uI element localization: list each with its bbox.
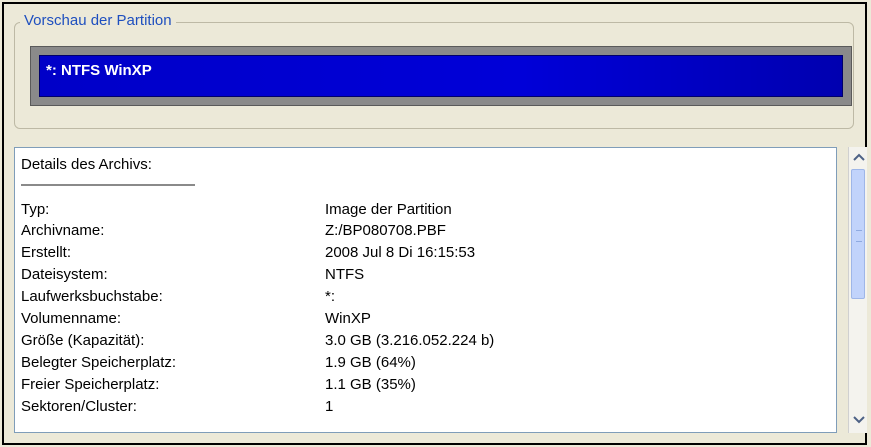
detail-value: 1.9 GB (64%) xyxy=(325,354,416,371)
detail-label: Dateisystem: xyxy=(21,266,108,283)
detail-label: Typ: xyxy=(21,201,50,218)
grip-icon xyxy=(856,230,862,242)
details-scrollbar[interactable] xyxy=(848,147,867,433)
detail-label: Erstellt: xyxy=(21,244,72,261)
details-divider xyxy=(21,184,195,186)
partition-preview-title: Vorschau der Partition xyxy=(20,12,176,29)
detail-label: Größe (Kapazität): xyxy=(21,332,145,349)
archive-details-panel: Details des Archivs: Typ: Image der Part… xyxy=(14,147,837,433)
detail-label: Belegter Speicherplatz: xyxy=(21,354,177,371)
detail-label: Freier Speicherplatz: xyxy=(21,376,160,393)
chevron-down-icon[interactable] xyxy=(850,412,867,429)
partition-map: *: NTFS WinXP xyxy=(30,46,852,106)
detail-label: Sektoren/Cluster: xyxy=(21,398,137,415)
details-heading: Details des Archivs: xyxy=(21,156,152,173)
detail-value: WinXP xyxy=(325,310,371,327)
detail-value: 2008 Jul 8 Di 16:15:53 xyxy=(325,244,476,261)
scroll-thumb[interactable] xyxy=(851,169,865,299)
detail-value: *: xyxy=(325,288,336,305)
detail-label: Volumenname: xyxy=(21,310,122,327)
detail-value: 3.0 GB (3.216.052.224 b) xyxy=(325,332,495,349)
detail-value: Image der Partition xyxy=(325,201,452,218)
partition-bar[interactable]: *: NTFS WinXP xyxy=(39,55,843,97)
detail-value: 1 xyxy=(325,398,334,415)
chevron-up-icon[interactable] xyxy=(850,149,867,166)
detail-label: Laufwerksbuchstabe: xyxy=(21,288,163,305)
partition-label: *: NTFS WinXP xyxy=(46,62,152,79)
detail-value: NTFS xyxy=(325,266,365,283)
detail-value: 1.1 GB (35%) xyxy=(325,376,416,393)
detail-label: Archivname: xyxy=(21,222,105,239)
detail-value: Z:/BP080708.PBF xyxy=(325,222,446,239)
